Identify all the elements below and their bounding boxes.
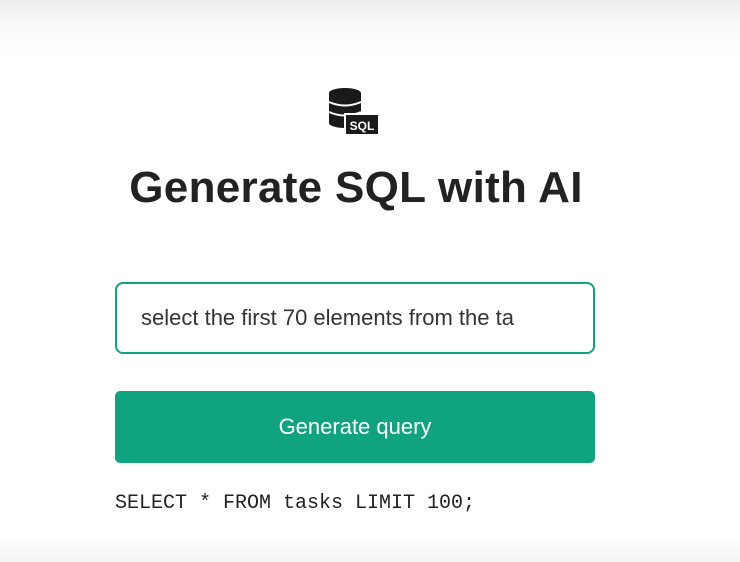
page-title: Generate SQL with AI — [129, 163, 583, 212]
sql-database-icon: SQL — [328, 87, 380, 137]
sql-result-text: SELECT * FROM tasks LIMIT 100; — [115, 492, 476, 515]
sql-badge-text: SQL — [350, 119, 375, 133]
prompt-input[interactable] — [115, 282, 595, 354]
generate-query-button[interactable]: Generate query — [115, 391, 595, 463]
